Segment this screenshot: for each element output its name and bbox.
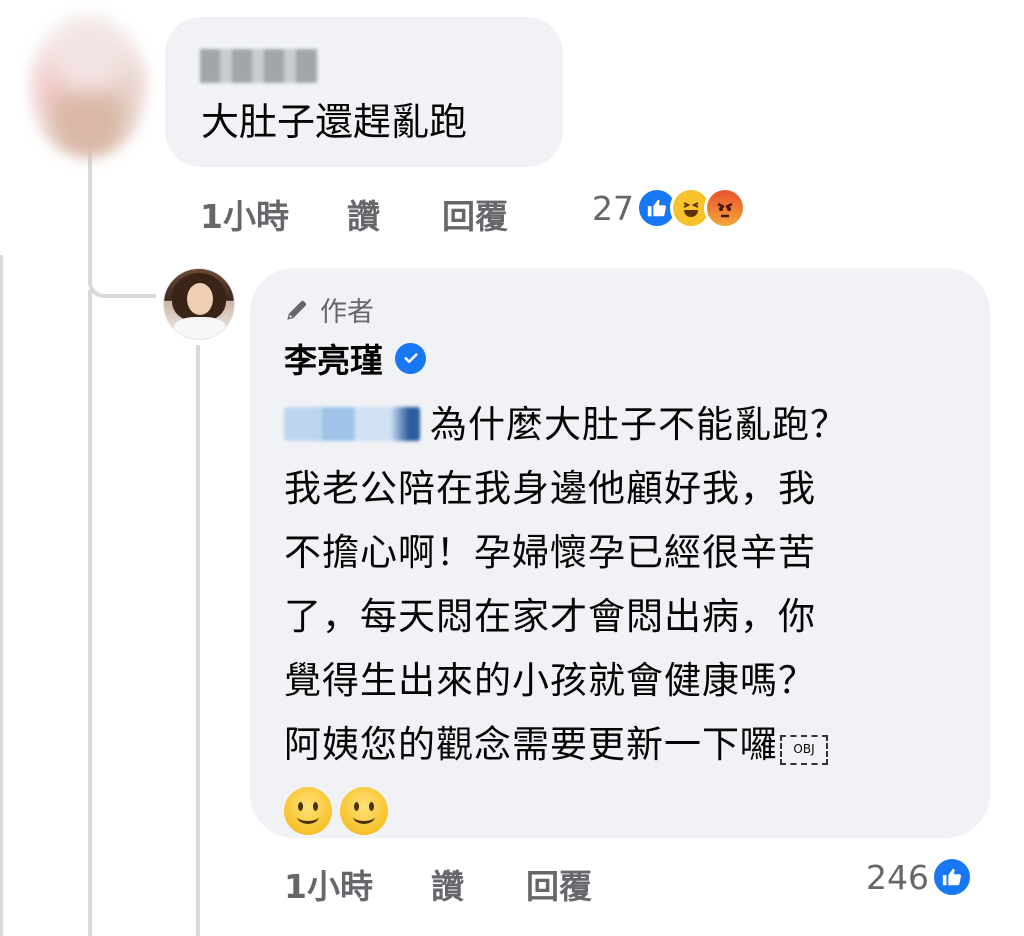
like-icon (931, 856, 973, 898)
reply-timestamp[interactable]: 1小時 (284, 860, 373, 908)
reply-like-button[interactable]: 讚 (431, 860, 464, 908)
thread-line-main (88, 290, 92, 936)
verified-badge-icon (395, 342, 426, 374)
reply-button[interactable]: 回覆 (442, 190, 508, 238)
angry-icon (704, 187, 746, 229)
author-name[interactable]: 李亮瑾 (284, 334, 383, 382)
reply-reaction-summary[interactable]: 246 (866, 856, 973, 898)
comment-text: 大肚子還趕亂跑 (201, 100, 468, 144)
comment-thread: 大肚子還趕亂跑 1小時 讚 回覆 27 作者 李亮瑾 為什麼大肚子不能亂跑？ 我… (0, 0, 1024, 936)
thread-connector (88, 240, 156, 298)
smiley-icon (284, 786, 332, 835)
reply-line-1: 為什麼大肚子不能亂跑？ (284, 393, 934, 457)
reply-bubble: 作者 李亮瑾 為什麼大肚子不能亂跑？ 我老公陪在我身邊他顧好我，我 不擔心啊！孕… (250, 268, 990, 838)
author-badge: 作者 (284, 290, 374, 329)
pencil-icon (284, 297, 310, 323)
reply-line-6: 阿姨您的觀念需要更新一下囉 OBJ (284, 713, 934, 777)
comment-actions: 1小時 讚 回覆 (200, 190, 508, 238)
thread-line-top (88, 150, 92, 245)
reply-line-6-text: 阿姨您的觀念需要更新一下囉 (284, 723, 778, 766)
author-badge-label: 作者 (320, 297, 374, 328)
smiley-icon (340, 786, 388, 835)
reply-line-4: 了，每天悶在家才會悶出病，你 (284, 595, 816, 638)
reply-line-5: 覺得生出來的小孩就會健康嗎？ (284, 659, 816, 702)
author-avatar[interactable] (163, 268, 235, 340)
reply-line-1-text: 為什麼大肚子不能亂跑？ (430, 403, 848, 446)
reply-reaction-count: 246 (866, 857, 929, 897)
reaction-count: 27 (592, 188, 634, 228)
object-placeholder: OBJ (780, 735, 828, 765)
reply-reply-button[interactable]: 回覆 (526, 860, 592, 908)
thread-line-reply (196, 345, 200, 936)
left-edge-strip (0, 255, 3, 936)
commenter-avatar[interactable] (28, 14, 148, 159)
reply-emoji-line (284, 777, 934, 841)
commenter-name-redacted[interactable] (200, 49, 318, 83)
author-name-row: 李亮瑾 (284, 334, 426, 382)
mention-redacted[interactable] (284, 407, 420, 441)
reply-line-3: 不擔心啊！孕婦懷孕已經很辛苦 (284, 531, 816, 574)
like-button[interactable]: 讚 (347, 190, 380, 238)
avatar-face (187, 283, 213, 315)
reply-line-2: 我老公陪在我身邊他顧好我，我 (284, 467, 816, 510)
comment-bubble: 大肚子還趕亂跑 (165, 17, 563, 167)
reaction-summary[interactable]: 27 (592, 187, 746, 229)
reply-text: 為什麼大肚子不能亂跑？ 我老公陪在我身邊他顧好我，我 不擔心啊！孕婦懷孕已經很辛… (284, 393, 934, 841)
reply-actions: 1小時 讚 回覆 (284, 860, 592, 908)
avatar-shirt (174, 317, 226, 339)
comment-timestamp[interactable]: 1小時 (200, 190, 289, 238)
